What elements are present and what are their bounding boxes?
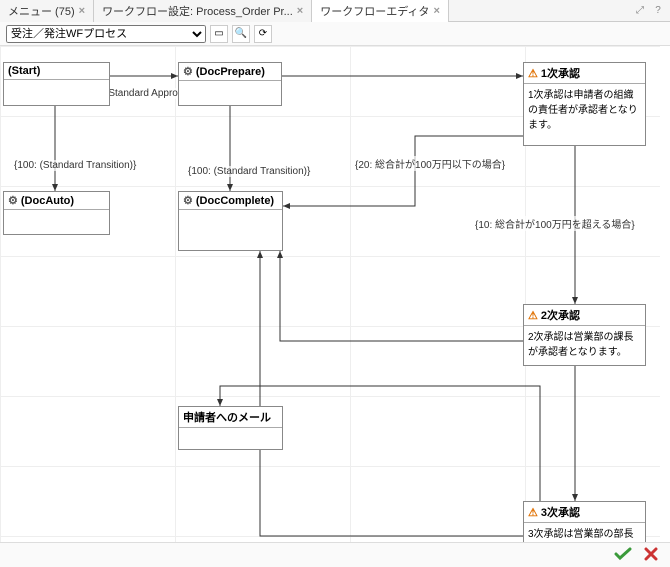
close-icon[interactable]: × [433, 5, 439, 17]
tab-bar: メニュー (75) × ワークフロー設定: Process_Order Pr..… [0, 0, 670, 22]
workflow-canvas[interactable]: {10: (Standard Approval)} {100: (Standar… [0, 46, 660, 542]
node-doc-prepare[interactable]: ⚙(DocPrepare) [178, 62, 282, 106]
edge-label: {10: 総合計が100万円を超える場合} [475, 216, 635, 231]
node-doc-complete[interactable]: ⚙(DocComplete) [178, 191, 283, 251]
new-node-button[interactable]: ▭ [210, 25, 228, 43]
process-select[interactable]: 受注／発注WFプロセス [6, 25, 206, 43]
node-title: (DocPrepare) [196, 66, 265, 78]
editor-toolbar: 受注／発注WFプロセス ▭ 🔍 ⟳ [0, 22, 670, 46]
warning-icon: ⚠ [528, 506, 538, 519]
node-title: (Start) [8, 65, 40, 77]
node-approval-3[interactable]: ⚠3次承認 3次承認は営業部の部長が承認者となります。 [523, 501, 646, 542]
node-title: 2次承認 [541, 307, 580, 323]
close-icon[interactable]: × [297, 5, 303, 17]
node-title: 3次承認 [541, 504, 580, 520]
tab-label: ワークフローエディタ [320, 3, 429, 19]
close-icon[interactable]: × [79, 5, 85, 17]
edge-label: {20: 総合計が100万円以下の場合} [355, 156, 505, 171]
tab-label: ワークフロー設定: Process_Order Pr... [102, 3, 293, 19]
zoom-button[interactable]: 🔍 [232, 25, 250, 43]
cancel-button[interactable] [644, 547, 658, 564]
canvas-scroll[interactable]: {10: (Standard Approval)} {100: (Standar… [0, 46, 670, 542]
help-icon[interactable]: ? [652, 5, 664, 17]
node-desc: 2次承認は営業部の課長が承認者となります。 [524, 326, 645, 365]
tab-menu[interactable]: メニュー (75) × [0, 0, 94, 22]
node-approval-1[interactable]: ⚠1次承認 1次承認は申請者の組織の責任者が承認者となります。 [523, 62, 646, 146]
ok-button[interactable] [614, 547, 632, 564]
gear-icon: ⚙ [183, 194, 193, 207]
footer-bar [0, 542, 670, 567]
node-doc-auto[interactable]: ⚙(DocAuto) [3, 191, 110, 235]
gear-icon: ⚙ [183, 65, 193, 78]
edge-label: {100: (Standard Transition)} [14, 160, 136, 171]
tabbar-controls: ⤢ ? [634, 5, 670, 17]
node-desc: 1次承認は申請者の組織の責任者が承認者となります。 [524, 84, 645, 145]
node-title: (DocComplete) [196, 195, 274, 207]
node-title: 1次承認 [541, 65, 580, 81]
node-approval-2[interactable]: ⚠2次承認 2次承認は営業部の課長が承認者となります。 [523, 304, 646, 366]
edge-label: {100: (Standard Transition)} [188, 166, 310, 177]
tab-label: メニュー (75) [8, 3, 75, 19]
gear-icon: ⚙ [8, 194, 18, 207]
warning-icon: ⚠ [528, 67, 538, 80]
warning-icon: ⚠ [528, 309, 538, 322]
node-title: 申請者へのメール [183, 409, 271, 425]
node-desc: 3次承認は営業部の部長が承認者となります。 [524, 523, 645, 542]
expand-icon[interactable]: ⤢ [634, 5, 646, 17]
node-start[interactable]: (Start) [3, 62, 110, 106]
tab-wf-settings[interactable]: ワークフロー設定: Process_Order Pr... × [94, 0, 312, 22]
node-mail[interactable]: 申請者へのメール [178, 406, 283, 450]
node-title: (DocAuto) [21, 195, 74, 207]
tab-wf-editor[interactable]: ワークフローエディタ × [312, 0, 449, 22]
refresh-button[interactable]: ⟳ [254, 25, 272, 43]
